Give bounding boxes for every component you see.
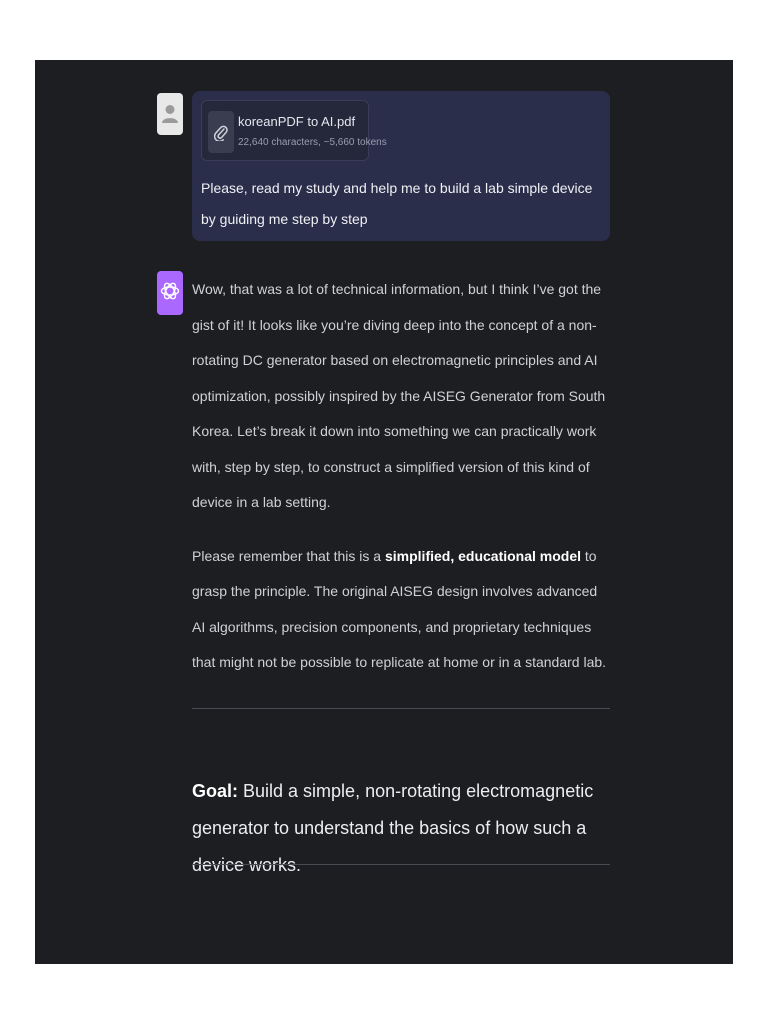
attachment-icon-box [208,111,234,153]
assistant-paragraph-1: Wow, that was a lot of technical informa… [192,281,606,510]
divider-bottom [192,864,610,865]
user-silhouette-icon [162,105,178,123]
chat-window: koreanPDF to AI.pdf 22,640 characters, ~… [35,60,733,964]
attachment-filename: koreanPDF to AI.pdf [238,114,356,129]
assistant-message: Wow, that was a lot of technical informa… [192,272,612,681]
goal-text: Build a simple, non-rotating electromagn… [192,781,594,875]
assistant-paragraph-2: Please remember that this is a simplifie… [192,539,612,681]
assistant-avatar [157,271,183,315]
attachment-card[interactable]: koreanPDF to AI.pdf 22,640 characters, ~… [201,100,387,161]
attachment-meta: 22,640 characters, ~5,660 tokens [238,137,387,148]
user-message-text: Please, read my study and help me to bui… [201,180,593,227]
openai-logo-icon [160,282,180,300]
goal-heading: Goal: Build a simple, non-rotating elect… [192,773,610,884]
assistant-paragraph-2-bold: simplified, educational model [384,547,582,564]
assistant-paragraph-2-end: to grasp the principle. The original AIS… [192,547,607,671]
assistant-paragraph-2-start: Please remember that this is a [192,547,385,564]
goal-label: Goal: [192,781,239,801]
user-avatar [157,93,183,135]
paperclip-icon [214,125,228,141]
divider-top [192,708,610,709]
user-message-bubble: koreanPDF to AI.pdf 22,640 characters, ~… [192,91,610,241]
